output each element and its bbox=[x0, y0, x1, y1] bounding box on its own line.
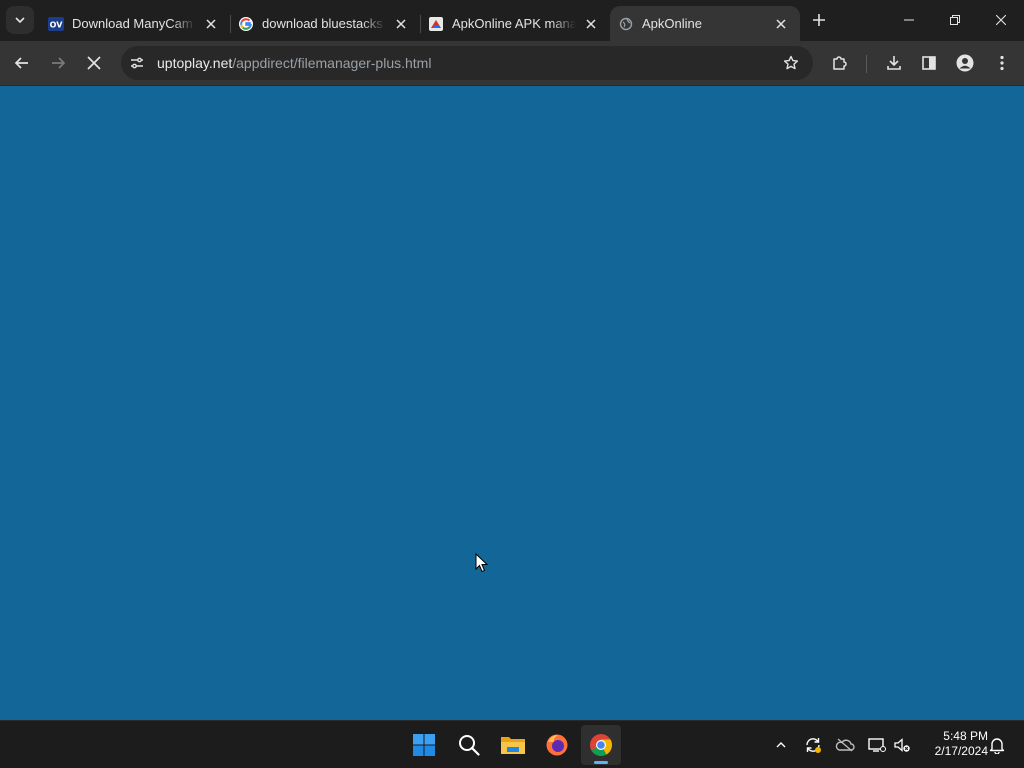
site-info-icon[interactable] bbox=[123, 49, 151, 77]
menu-button[interactable] bbox=[987, 48, 1017, 78]
url-path: /appdirect/filemanager-plus.html bbox=[232, 55, 432, 71]
arrow-right-icon bbox=[52, 57, 66, 69]
download-icon bbox=[887, 56, 901, 70]
globe-icon bbox=[618, 16, 634, 32]
restore-icon bbox=[950, 15, 960, 25]
new-tab-button[interactable] bbox=[807, 8, 831, 32]
page-content[interactable] bbox=[0, 86, 1024, 720]
stop-loading-button[interactable] bbox=[79, 48, 109, 78]
clock-time: 5:48 PM bbox=[943, 729, 988, 743]
active-app-indicator bbox=[594, 761, 608, 764]
google-icon bbox=[238, 16, 254, 32]
browser-titlebar: OV Download ManyCam 2 download bluestack… bbox=[0, 0, 1024, 41]
close-icon[interactable] bbox=[582, 15, 600, 33]
apkonline-icon bbox=[428, 16, 444, 32]
url-text: uptoplay.net/appdirect/filemanager-plus.… bbox=[157, 55, 431, 71]
tab-apkonline-apk-manager[interactable]: ApkOnline APK manag bbox=[420, 6, 610, 41]
extensions-button[interactable] bbox=[825, 48, 855, 78]
sync-tray-button[interactable] bbox=[801, 733, 825, 757]
show-hidden-icons-button[interactable] bbox=[769, 733, 793, 757]
firefox-button[interactable] bbox=[537, 725, 577, 765]
tab-title: Download ManyCam 2 bbox=[72, 16, 196, 31]
onedrive-tray-button[interactable] bbox=[833, 733, 857, 757]
stop-icon bbox=[87, 56, 101, 70]
profile-icon bbox=[956, 54, 974, 72]
svg-text:OV: OV bbox=[50, 20, 64, 29]
browser-toolbar: uptoplay.net/appdirect/filemanager-plus.… bbox=[0, 41, 1024, 86]
search-icon bbox=[459, 735, 480, 756]
arrow-left-icon bbox=[14, 57, 28, 69]
downloads-button[interactable] bbox=[879, 48, 909, 78]
system-clock[interactable]: 5:48 PM 2/17/2024 bbox=[918, 729, 988, 759]
mouse-cursor-icon bbox=[475, 553, 488, 573]
tab-search-button[interactable] bbox=[6, 6, 34, 34]
volume-muted-icon bbox=[894, 738, 910, 752]
restore-button[interactable] bbox=[932, 0, 978, 40]
side-panel-button[interactable] bbox=[914, 48, 944, 78]
ov-icon: OV bbox=[48, 16, 64, 32]
tab-title: ApkOnline APK manag bbox=[452, 16, 576, 31]
tab-title: download bluestacks 5 bbox=[262, 16, 386, 31]
search-button[interactable] bbox=[449, 725, 489, 765]
chrome-button[interactable] bbox=[581, 725, 621, 765]
chevron-down-icon bbox=[15, 17, 25, 24]
file-explorer-icon bbox=[501, 737, 525, 754]
side-panel-icon bbox=[922, 56, 936, 70]
bell-icon bbox=[989, 738, 1005, 754]
url-host: uptoplay.net bbox=[157, 55, 233, 71]
close-window-button[interactable] bbox=[978, 0, 1024, 40]
kebab-menu-icon bbox=[1000, 55, 1004, 71]
tab-strip: OV Download ManyCam 2 download bluestack… bbox=[40, 6, 800, 41]
profile-button[interactable] bbox=[950, 48, 980, 78]
sync-icon bbox=[806, 738, 821, 753]
puzzle-icon bbox=[833, 56, 847, 70]
minimize-icon bbox=[904, 19, 914, 21]
file-explorer-button[interactable] bbox=[493, 725, 533, 765]
window-controls bbox=[886, 0, 1024, 40]
tab-title: ApkOnline bbox=[642, 16, 702, 31]
notifications-button[interactable] bbox=[985, 733, 1009, 757]
toolbar-divider bbox=[866, 55, 867, 73]
minimize-button[interactable] bbox=[886, 0, 932, 40]
chevron-up-icon bbox=[776, 742, 786, 748]
network-icon bbox=[868, 738, 886, 752]
chrome-icon bbox=[590, 734, 612, 756]
network-tray-button[interactable] bbox=[865, 733, 889, 757]
tab-download-bluestacks[interactable]: download bluestacks 5 bbox=[230, 6, 420, 41]
address-bar[interactable]: uptoplay.net/appdirect/filemanager-plus.… bbox=[121, 46, 813, 80]
start-button[interactable] bbox=[404, 725, 444, 765]
plus-icon bbox=[813, 14, 825, 26]
close-icon[interactable] bbox=[772, 15, 790, 33]
onedrive-icon bbox=[835, 738, 855, 752]
close-icon[interactable] bbox=[392, 15, 410, 33]
close-icon[interactable] bbox=[202, 15, 220, 33]
bookmark-star-icon[interactable] bbox=[779, 51, 803, 75]
start-icon bbox=[413, 734, 435, 756]
close-icon bbox=[996, 15, 1006, 25]
firefox-icon bbox=[546, 734, 568, 756]
back-button[interactable] bbox=[7, 48, 37, 78]
clock-date: 2/17/2024 bbox=[934, 744, 988, 758]
volume-tray-button[interactable] bbox=[890, 733, 914, 757]
tab-download-manycam[interactable]: OV Download ManyCam 2 bbox=[40, 6, 230, 41]
tab-apkonline[interactable]: ApkOnline bbox=[610, 6, 800, 41]
forward-button[interactable] bbox=[43, 48, 73, 78]
windows-taskbar: 5:48 PM 2/17/2024 bbox=[0, 720, 1024, 768]
